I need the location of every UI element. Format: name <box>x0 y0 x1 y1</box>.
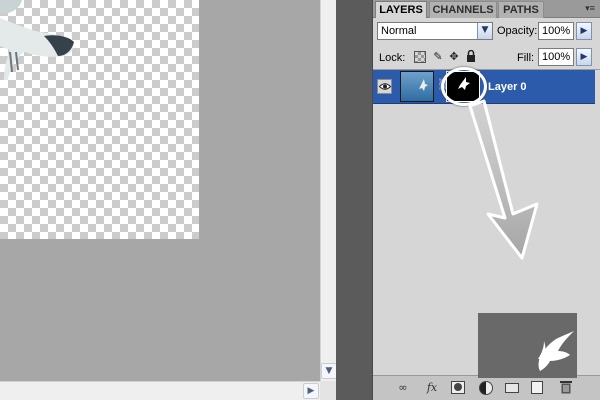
bird-silhouette-icon <box>538 331 574 371</box>
horizontal-scrollbar[interactable]: ▶ <box>0 381 320 400</box>
trash-icon[interactable] <box>559 380 573 396</box>
layer-visibility-toggle[interactable] <box>377 79 392 94</box>
workspace-gutter <box>336 0 372 400</box>
new-layer-icon[interactable] <box>531 381 543 394</box>
add-mask-icon[interactable] <box>451 381 465 394</box>
tab-channels[interactable]: CHANNELS <box>429 1 497 18</box>
lock-move-icon[interactable]: ✥ <box>447 50 461 64</box>
folder-icon[interactable] <box>505 383 519 393</box>
layer-name[interactable]: Layer 0 <box>488 81 527 93</box>
bird-thumbnail-icon <box>419 79 428 91</box>
document-canvas[interactable] <box>0 0 320 381</box>
fx-icon[interactable]: fx <box>423 380 441 396</box>
tab-layers[interactable]: LAYERS <box>375 1 427 18</box>
blend-mode-value: Normal <box>381 25 417 37</box>
adjustment-layer-icon[interactable] <box>479 381 493 395</box>
blend-mode-dropdown[interactable]: Normal ▼ <box>377 22 493 40</box>
opacity-field[interactable]: 100% <box>538 22 574 40</box>
fill-label: Fill: <box>517 52 535 64</box>
vertical-scrollbar[interactable]: ▼ <box>320 0 337 381</box>
panel-menu-icon[interactable]: ▾≡ <box>583 2 597 14</box>
layer-thumbnail[interactable] <box>400 71 434 102</box>
lock-brush-icon[interactable]: ✎ <box>431 50 445 64</box>
link-layers-icon[interactable]: ∞ <box>393 380 413 396</box>
lock-label: Lock: <box>379 52 406 64</box>
fill-field[interactable]: 100% <box>538 48 574 66</box>
scroll-down-button[interactable]: ▼ <box>321 363 337 379</box>
highlight-circle <box>441 67 487 106</box>
seagull-image <box>0 0 74 80</box>
chevron-down-icon[interactable]: ▼ <box>477 23 492 39</box>
fill-slider-button[interactable]: ▶ <box>576 48 592 66</box>
tab-paths[interactable]: PATHS <box>498 1 544 18</box>
scroll-right-button[interactable]: ▶ <box>303 383 319 399</box>
panel-tab-bar: LAYERS CHANNELS PATHS ▾≡ <box>373 0 600 18</box>
lock-all-icon[interactable] <box>464 49 478 64</box>
lock-transparency-icon[interactable] <box>414 51 426 63</box>
panel-footer: ∞ fx <box>373 375 600 400</box>
opacity-slider-button[interactable]: ▶ <box>576 22 592 40</box>
eye-icon <box>379 83 391 90</box>
scrollbar-corner <box>320 381 336 400</box>
opacity-label: Opacity: <box>497 25 538 37</box>
mask-preview-inset <box>478 313 577 378</box>
